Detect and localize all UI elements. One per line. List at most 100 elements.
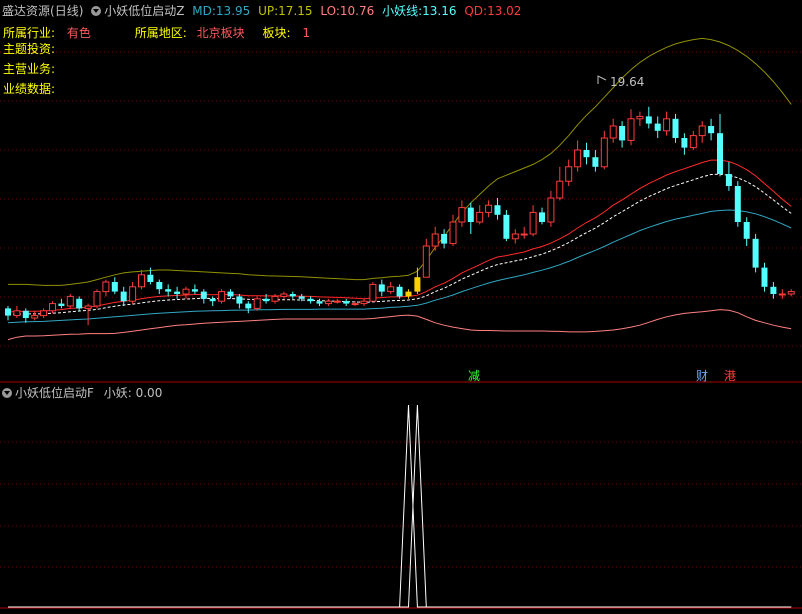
candle — [743, 217, 750, 246]
candle-body — [547, 197, 555, 223]
period-label: (日线) — [50, 4, 84, 18]
candle-body — [343, 301, 350, 304]
candle-body — [449, 221, 457, 245]
candle — [663, 111, 671, 136]
candle-body — [360, 300, 368, 305]
candle — [431, 226, 439, 251]
candle — [218, 289, 226, 304]
header-bar: 盛达资源(日线) 小妖低位启动Z MD:13.95 UP:17.15 LO:10… — [2, 4, 521, 18]
candle — [574, 140, 582, 172]
candle-body — [218, 291, 226, 302]
candle — [280, 291, 288, 299]
candle-body — [396, 286, 403, 297]
candle — [717, 114, 723, 177]
candle — [619, 121, 626, 148]
candle-body — [663, 118, 671, 132]
candle — [120, 286, 127, 306]
candle-body — [734, 186, 741, 222]
event-tag-hk[interactable]: 港 — [722, 369, 738, 383]
candle — [672, 114, 679, 143]
event-tag-finance[interactable]: 财 — [694, 369, 710, 383]
candle — [529, 205, 537, 237]
board-value: 1 — [302, 26, 310, 40]
candle — [547, 190, 555, 227]
candle-body — [120, 291, 127, 302]
candle-body — [129, 286, 137, 302]
candle — [129, 282, 137, 304]
candle — [343, 298, 350, 306]
candle — [539, 207, 545, 225]
candle — [66, 294, 74, 309]
candle-body — [5, 308, 11, 316]
dropdown-icon[interactable] — [91, 6, 102, 16]
candle-body — [520, 233, 528, 236]
board-label: 板块: — [262, 26, 291, 40]
candle-body — [307, 298, 314, 302]
qd-line — [7, 209, 792, 324]
candle — [467, 202, 474, 234]
business-label: 主营业务: — [3, 62, 56, 76]
candle — [441, 229, 448, 249]
candle — [378, 279, 385, 297]
qd-value: 13.02 — [487, 4, 522, 18]
region-value: 北京板块 — [196, 26, 245, 40]
candle — [708, 118, 715, 141]
candle — [49, 301, 56, 314]
candle-body — [600, 137, 608, 168]
candle — [422, 238, 430, 278]
candle-body — [369, 283, 377, 302]
candle — [333, 298, 341, 304]
sub-dropdown-icon[interactable] — [2, 388, 12, 398]
candle-body — [58, 303, 65, 306]
peak-marker: 19.64 — [597, 75, 644, 89]
candle — [387, 282, 395, 294]
lo-label: LO: — [320, 4, 340, 18]
candle-body — [592, 157, 599, 167]
candle-body — [200, 291, 207, 299]
candle — [556, 166, 564, 201]
candle — [289, 291, 296, 299]
candle-body — [698, 125, 706, 137]
chart-canvas: 19.64 — [0, 37, 802, 609]
candle-body — [494, 205, 501, 215]
candle-body — [556, 180, 564, 199]
md-value: 13.95 — [215, 4, 251, 18]
event-tag-reduce[interactable]: 减 — [466, 369, 482, 383]
candle — [698, 121, 706, 143]
performance-label: 业绩数据: — [3, 82, 56, 96]
candle-body — [245, 303, 252, 309]
candle — [13, 306, 21, 318]
candle — [58, 298, 65, 309]
qd-label: QD: — [464, 4, 488, 18]
candle — [627, 109, 635, 146]
candle — [583, 142, 590, 165]
candles[interactable] — [5, 106, 795, 326]
candle — [138, 270, 145, 290]
candle-body — [485, 204, 493, 213]
main-indicator-name[interactable]: 小妖低位启动Z — [104, 4, 184, 18]
candle-body — [191, 289, 198, 292]
xyx-label: 小妖线: — [382, 4, 423, 18]
candle — [102, 279, 110, 297]
candle — [609, 118, 617, 143]
candle-body — [209, 298, 216, 302]
candle — [503, 210, 510, 242]
candle-body — [770, 286, 777, 294]
candle — [520, 226, 528, 239]
info-row-theme: 主题投资: — [3, 42, 55, 56]
sub-indicator-name[interactable]: 小妖低位启动F — [15, 386, 94, 400]
up-value: 17.15 — [278, 4, 313, 18]
candle-body — [227, 291, 234, 297]
candle-body — [271, 295, 279, 302]
candle-body — [22, 310, 29, 318]
candle-body — [529, 211, 537, 235]
candle-body — [236, 296, 243, 304]
candle-body — [387, 286, 395, 293]
candle-body — [182, 288, 190, 295]
candle — [40, 308, 48, 318]
info-row-performance: 业绩数据: — [3, 82, 55, 96]
candle — [165, 284, 172, 297]
candle-body — [636, 115, 644, 120]
candle-body — [681, 138, 688, 148]
candle-body — [378, 284, 385, 292]
